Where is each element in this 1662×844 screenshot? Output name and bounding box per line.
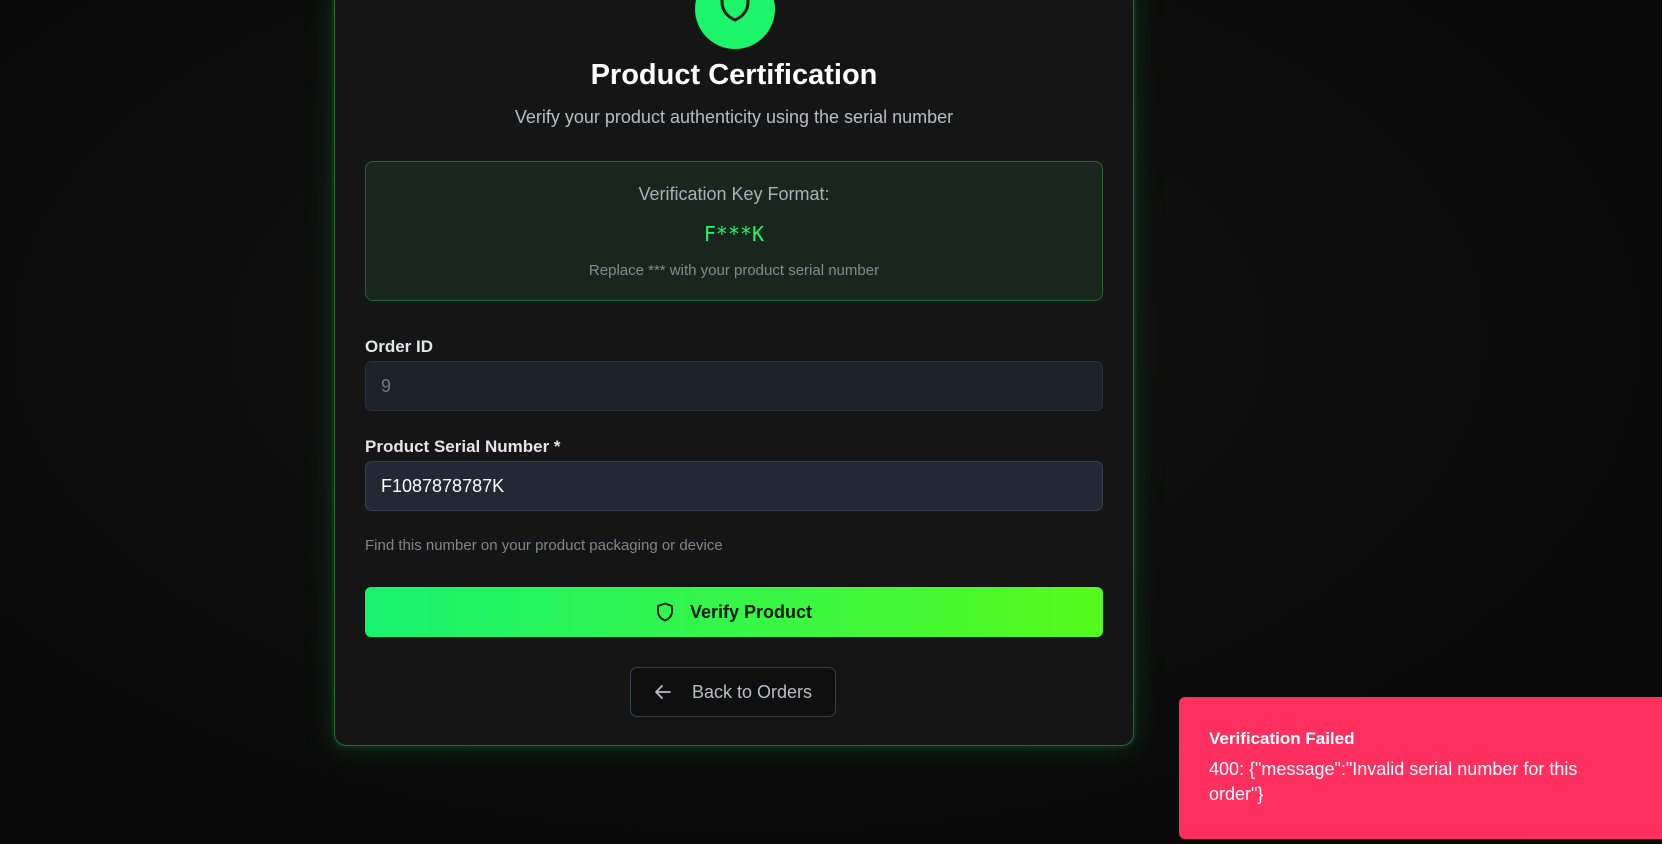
order-id-label: Order ID — [365, 337, 434, 356]
verify-product-label: Verify Product — [689, 601, 813, 622]
page-title: Product Certification — [590, 59, 878, 91]
arrow-left-icon — [655, 685, 671, 699]
key-format-label: Verification Key Format: — [638, 184, 830, 204]
key-format-value: F***K — [703, 222, 765, 246]
toast-message: 400: {"message":"Invalid serial number f… — [1209, 759, 1578, 804]
serial-number-field[interactable] — [365, 461, 1103, 511]
serial-number-label: Product Serial Number * — [365, 437, 561, 456]
shield-icon — [657, 602, 673, 622]
page-subtitle: Verify your product authenticity using t… — [514, 107, 954, 127]
verify-product-button[interactable]: Verify Product — [365, 587, 1103, 637]
certification-card: Product Certification Verify your produc… — [334, 0, 1134, 746]
toast-title: Verification Failed — [1209, 729, 1355, 748]
key-format-hint: Replace *** with your product serial num… — [588, 262, 880, 279]
back-to-orders-button[interactable]: Back to Orders — [630, 667, 836, 717]
error-toast[interactable]: Verification Failed 400: {"message":"Inv… — [1179, 697, 1662, 839]
key-format-box: Verification Key Format: F***K Replace *… — [365, 161, 1103, 301]
logo-badge — [695, 0, 775, 49]
back-to-orders-label: Back to Orders — [691, 681, 813, 702]
shield-icon — [720, 0, 750, 22]
order-id-field — [365, 361, 1103, 411]
page: Product Certification Verify your produc… — [0, 0, 1662, 844]
serial-number-help: Find this number on your product packagi… — [365, 537, 723, 554]
